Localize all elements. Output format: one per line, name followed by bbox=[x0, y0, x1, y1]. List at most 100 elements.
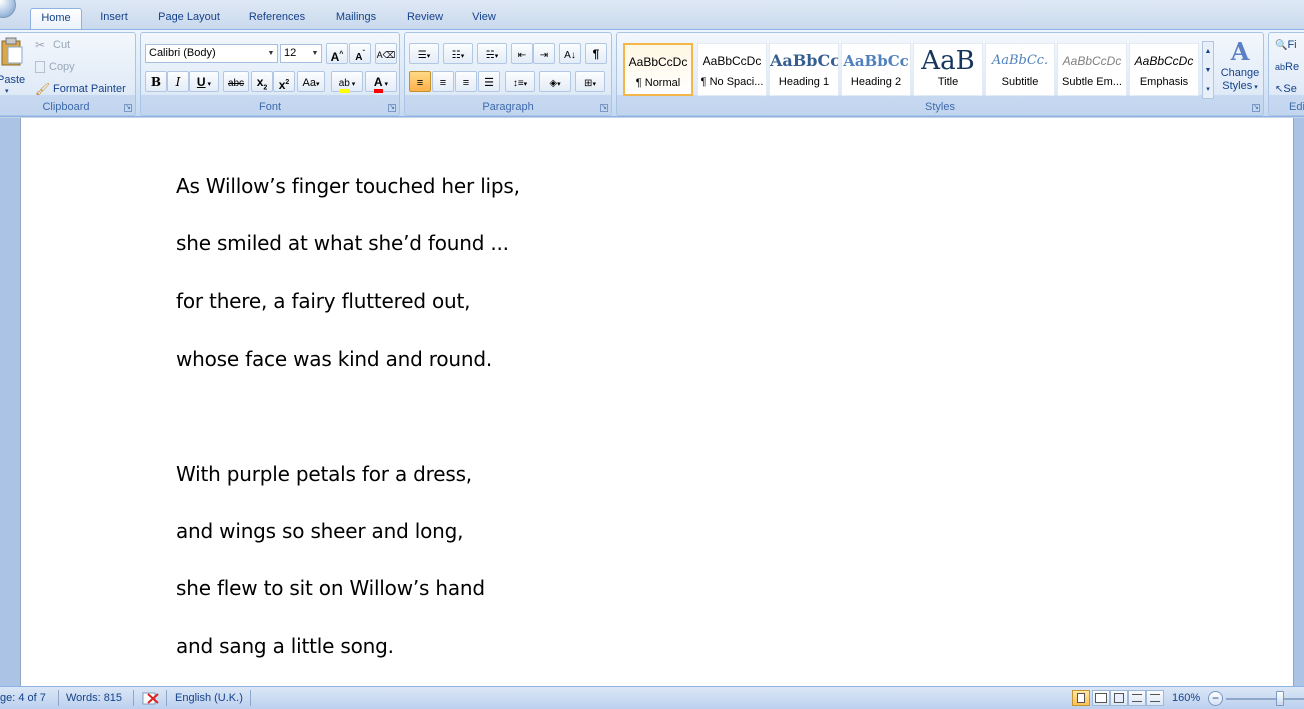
poem-line: and sang a little song. bbox=[176, 634, 394, 658]
style-sample: AaBbCc. bbox=[991, 53, 1049, 68]
editing-group: 🔍Fi abRe ↖Se Edi bbox=[1268, 32, 1304, 116]
clipboard-dialog-launcher[interactable]: ↘ bbox=[124, 104, 132, 112]
paste-button[interactable]: Paste ▾ bbox=[0, 35, 25, 99]
style-name: Heading 2 bbox=[850, 76, 902, 88]
full-screen-reading-button[interactable] bbox=[1092, 690, 1110, 706]
style-heading-1[interactable]: AaBbCc Heading 1 bbox=[769, 43, 839, 96]
copy-button[interactable]: Copy bbox=[35, 57, 75, 77]
borders-button[interactable]: ⊞▾ bbox=[575, 71, 605, 92]
paragraph-group-label: Paragraph bbox=[482, 101, 534, 113]
superscript-button[interactable]: x2 bbox=[273, 71, 295, 92]
decrease-indent-button[interactable]: ⇤ bbox=[511, 43, 533, 64]
scissors-icon: ✂ bbox=[35, 38, 46, 53]
style-emphasis[interactable]: AaBbCcDc Emphasis bbox=[1129, 43, 1199, 96]
font-color-button[interactable]: A ▾ bbox=[365, 71, 397, 93]
line-spacing-button[interactable]: ↕≡▾ bbox=[505, 71, 535, 92]
replace-button[interactable]: abRe bbox=[1275, 57, 1299, 77]
format-painter-button[interactable]: 🖌 Format Painter bbox=[35, 79, 126, 99]
italic-button[interactable]: I bbox=[167, 71, 189, 92]
change-styles-icon: A bbox=[1230, 37, 1250, 66]
more-styles-icon[interactable]: ▾ bbox=[1203, 80, 1213, 99]
tab-view[interactable]: View bbox=[466, 8, 502, 29]
style-sample: AaBbCcDc bbox=[1062, 54, 1122, 68]
style-subtle-emphasis[interactable]: AaBbCcDc Subtle Em... bbox=[1057, 43, 1127, 96]
highlight-button[interactable]: ab ▾ bbox=[331, 71, 363, 93]
tab-home[interactable]: Home bbox=[30, 8, 82, 30]
increase-indent-button[interactable]: ⇥ bbox=[533, 43, 555, 64]
style-heading-2[interactable]: AaBbCc Heading 2 bbox=[841, 43, 911, 96]
sort-button[interactable]: A↓ bbox=[559, 43, 581, 64]
zoom-out-button[interactable]: − bbox=[1208, 691, 1223, 706]
align-right-button[interactable]: ≡ bbox=[455, 71, 477, 92]
shrink-font-icon: Aˇ bbox=[355, 51, 365, 64]
styles-scroll[interactable]: ▲ ▼ ▾ bbox=[1202, 41, 1214, 99]
language-indicator[interactable]: English (U.K.) bbox=[175, 690, 243, 707]
scroll-down-icon[interactable]: ▼ bbox=[1203, 61, 1213, 80]
style-normal[interactable]: AaBbCcDc ¶ Normal bbox=[623, 43, 693, 96]
change-case-button[interactable]: Aa▾ bbox=[297, 71, 325, 92]
scroll-up-icon[interactable]: ▲ bbox=[1203, 42, 1213, 61]
cut-button[interactable]: ✂ Cut bbox=[35, 35, 70, 55]
style-title[interactable]: AaB Title bbox=[913, 43, 983, 96]
proofing-icon[interactable] bbox=[142, 690, 160, 707]
copy-icon bbox=[35, 61, 45, 74]
font-group-label: Font bbox=[258, 101, 281, 113]
style-sample: AaB bbox=[921, 46, 975, 76]
replace-label: Re bbox=[1285, 61, 1300, 73]
zoom-level[interactable]: 160% bbox=[1172, 690, 1200, 707]
shrink-font-button[interactable]: Aˇ bbox=[349, 43, 371, 64]
font-dialog-launcher[interactable]: ↘ bbox=[388, 104, 396, 112]
word-count[interactable]: Words: 815 bbox=[66, 690, 122, 707]
minus-icon: − bbox=[1211, 691, 1219, 705]
chevron-down-icon: ▼ bbox=[311, 50, 319, 57]
tab-references[interactable]: References bbox=[242, 8, 312, 29]
align-left-button[interactable]: ≡ bbox=[409, 71, 431, 92]
tab-review[interactable]: Review bbox=[400, 8, 450, 29]
outline-view-button[interactable] bbox=[1128, 690, 1146, 706]
outline-icon bbox=[1132, 694, 1142, 702]
select-button[interactable]: ↖Se bbox=[1275, 79, 1297, 99]
show-formatting-button[interactable]: ¶ bbox=[585, 43, 607, 64]
style-name: Emphasis bbox=[1139, 76, 1189, 88]
document-page[interactable]: As Willow’s finger touched her lips, she… bbox=[20, 118, 1294, 686]
clear-formatting-button[interactable]: A⌫ bbox=[375, 43, 397, 64]
web-layout-button[interactable] bbox=[1110, 690, 1128, 706]
numbering-button[interactable]: ☷▾ bbox=[443, 43, 473, 64]
page-count[interactable]: ge: 4 of 7 bbox=[0, 690, 46, 707]
justify-button[interactable]: ☰ bbox=[478, 71, 500, 92]
align-center-button[interactable]: ≡ bbox=[432, 71, 454, 92]
styles-dialog-launcher[interactable]: ↘ bbox=[1252, 104, 1260, 112]
grow-font-icon: A^ bbox=[330, 50, 344, 64]
underline-button[interactable]: U ▾ bbox=[189, 71, 219, 92]
shading-button[interactable]: ◈▾ bbox=[539, 71, 571, 92]
decrease-indent-icon: ⇤ bbox=[517, 50, 527, 61]
font-name-combo[interactable]: Calibri (Body) ▼ bbox=[145, 44, 278, 63]
zoom-slider[interactable] bbox=[1226, 698, 1304, 700]
tab-page-layout[interactable]: Page Layout bbox=[152, 8, 226, 29]
style-subtitle[interactable]: AaBbCc. Subtitle bbox=[985, 43, 1055, 96]
style-no-spacing[interactable]: AaBbCcDc ¶ No Spaci... bbox=[697, 43, 767, 96]
grow-font-button[interactable]: A^ bbox=[326, 43, 348, 64]
align-left-icon: ≡ bbox=[416, 77, 424, 89]
print-layout-view-button[interactable] bbox=[1072, 690, 1090, 706]
tab-mailings[interactable]: Mailings bbox=[328, 8, 384, 29]
bold-button[interactable]: B bbox=[145, 71, 167, 92]
change-styles-button[interactable]: A Change Styles ▾ bbox=[1217, 37, 1263, 99]
office-button[interactable] bbox=[0, 0, 16, 18]
zoom-slider-thumb[interactable] bbox=[1276, 691, 1284, 706]
paste-dropdown-icon: ▾ bbox=[5, 88, 9, 95]
status-bar: ge: 4 of 7 Words: 815 English (U.K.) 160… bbox=[0, 686, 1304, 709]
paragraph-dialog-launcher[interactable]: ↘ bbox=[600, 104, 608, 112]
status-divider bbox=[250, 690, 251, 706]
find-button[interactable]: 🔍Fi bbox=[1275, 35, 1297, 55]
tab-insert[interactable]: Insert bbox=[92, 8, 136, 29]
multilevel-list-button[interactable]: ☵▾ bbox=[477, 43, 507, 64]
font-size-combo[interactable]: 12 ▼ bbox=[280, 44, 322, 63]
superscript-icon: x2 bbox=[278, 78, 290, 92]
style-sample: AaBbCcDc bbox=[1134, 54, 1194, 68]
draft-view-button[interactable] bbox=[1146, 690, 1164, 706]
style-name: Title bbox=[937, 76, 959, 88]
subscript-button[interactable]: x2 bbox=[251, 71, 273, 92]
bullets-button[interactable]: ☰▾ bbox=[409, 43, 439, 64]
strikethrough-button[interactable]: abc bbox=[223, 71, 249, 92]
